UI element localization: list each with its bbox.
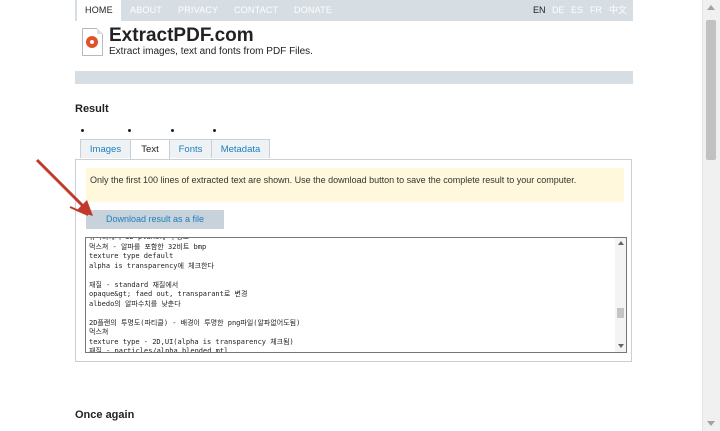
- page-scroll-down-icon[interactable]: [707, 421, 715, 426]
- red-arrow-icon: [35, 158, 93, 216]
- page-scroll-thumb[interactable]: [706, 20, 716, 160]
- page-scroll-up-icon[interactable]: [707, 5, 715, 10]
- page-scrollbar[interactable]: [702, 0, 720, 431]
- annotation-arrows: [35, 158, 93, 216]
